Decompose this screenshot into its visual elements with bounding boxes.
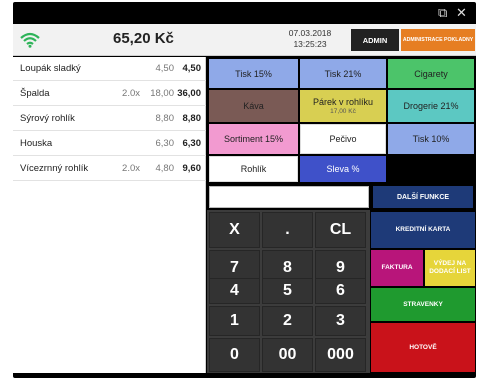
category-sortiment[interactable]: Sortiment 15% xyxy=(209,124,298,154)
meal-voucher-button[interactable]: STRAVENKY xyxy=(371,288,475,321)
list-item[interactable]: Loupák sladký 4,50 4,50 xyxy=(13,57,206,81)
item-name: Vícezrnný rohlík xyxy=(20,163,89,174)
category-label: Sortiment 15% xyxy=(223,134,284,144)
item-price: 4,50 xyxy=(155,63,175,74)
key-dot[interactable]: . xyxy=(262,212,313,248)
key-4[interactable]: 4 xyxy=(209,278,260,304)
header-bar: 65,20 Kč 07.03.2018 13:25:23 ADMIN ADMIN… xyxy=(13,24,476,56)
category-pecivo[interactable]: Pečivo xyxy=(300,124,386,154)
time: 13:25:23 xyxy=(293,39,327,49)
item-price: 18,00 xyxy=(150,88,174,99)
category-parek[interactable]: Párek v rohlíku 17,00 Kč xyxy=(300,90,386,122)
datetime: 07.03.2018 13:25:23 xyxy=(275,28,345,50)
category-label: Káva xyxy=(243,101,264,111)
receipt-items-list: Loupák sladký 4,50 4,50 Špalda 2.0x 18,0… xyxy=(13,57,206,373)
invoice-button[interactable]: FAKTURA xyxy=(371,250,423,286)
category-sleva[interactable]: Sleva % xyxy=(300,156,386,182)
wifi-icon xyxy=(20,32,40,48)
item-total: 9,60 xyxy=(182,163,202,174)
list-item[interactable]: Houska 6,30 6,30 xyxy=(13,132,206,156)
item-name: Houska xyxy=(20,138,53,149)
key-000[interactable]: 000 xyxy=(315,338,366,372)
key-2[interactable]: 2 xyxy=(262,306,313,336)
list-item[interactable]: Vícezrnný rohlík 2.0x 4,80 9,60 xyxy=(13,157,206,181)
key-clear[interactable]: CL xyxy=(315,212,366,248)
category-label: Drogerie 21% xyxy=(403,101,459,111)
item-name: Loupák sladký xyxy=(20,63,81,74)
item-price: 8,80 xyxy=(155,113,175,124)
cash-button[interactable]: HOTOVĚ xyxy=(371,323,475,372)
category-label: Tisk 15% xyxy=(235,68,272,79)
key-6[interactable]: 6 xyxy=(315,278,366,304)
receipt-total: 65,20 Kč xyxy=(113,30,174,47)
item-total: 4,50 xyxy=(182,63,202,74)
category-tisk-10[interactable]: Tisk 10% xyxy=(388,124,474,154)
date: 07.03.2018 xyxy=(288,28,332,38)
key-00[interactable]: 00 xyxy=(262,338,313,372)
category-cigarety[interactable]: Cigarety xyxy=(388,59,474,88)
restore-icon[interactable]: ⧉ xyxy=(438,6,447,19)
category-tisk-15[interactable]: Tisk 15% xyxy=(209,59,298,88)
item-qty: 2.0x xyxy=(122,163,140,174)
category-rohlik[interactable]: Rohlík xyxy=(209,156,298,182)
credit-card-button[interactable]: KREDITNÍ KARTA xyxy=(371,212,475,248)
title-bar: ⧉ ✕ xyxy=(13,2,476,24)
item-total: 8,80 xyxy=(182,113,202,124)
item-name: Sýrový rohlík xyxy=(20,113,75,124)
admin-button[interactable]: ADMIN xyxy=(351,29,399,51)
item-total: 6,30 xyxy=(182,138,202,149)
category-label: Cigarety xyxy=(414,68,448,79)
category-label: Tisk 21% xyxy=(324,68,362,79)
delivery-note-button[interactable]: VÝDEJ NA DODACÍ LIST xyxy=(425,250,475,286)
category-tisk-21[interactable]: Tisk 21% xyxy=(300,59,386,88)
category-price: 17,00 Kč xyxy=(330,108,356,115)
key-5[interactable]: 5 xyxy=(262,278,313,304)
admin-pokladny-button[interactable]: ADMINISTRACE POKLADNY xyxy=(401,29,475,51)
more-functions-button[interactable]: DALŠÍ FUNKCE xyxy=(373,186,473,208)
key-0[interactable]: 0 xyxy=(209,338,260,372)
category-kava[interactable]: Káva xyxy=(209,90,298,122)
list-item[interactable]: Sýrový rohlík 8,80 8,80 xyxy=(13,107,206,131)
category-label: Párek v rohlíku xyxy=(312,97,374,107)
key-x[interactable]: X xyxy=(209,212,260,248)
category-drogerie[interactable]: Drogerie 21% xyxy=(388,90,474,122)
category-label: Sleva % xyxy=(326,164,360,174)
item-name: Špalda xyxy=(20,88,50,99)
key-3[interactable]: 3 xyxy=(315,306,366,336)
category-label: Tisk 10% xyxy=(412,134,450,144)
pos-screen: ⧉ ✕ 65,20 Kč 07.03.2018 13:25:23 ADMIN A… xyxy=(13,2,476,378)
item-qty: 2.0x xyxy=(122,88,140,99)
list-item[interactable]: Špalda 2.0x 18,00 36,00 xyxy=(13,82,206,106)
key-1[interactable]: 1 xyxy=(209,306,260,336)
item-price: 4,80 xyxy=(155,163,175,174)
close-icon[interactable]: ✕ xyxy=(456,6,467,19)
amount-input[interactable] xyxy=(209,186,369,208)
item-price: 6,30 xyxy=(155,138,175,149)
category-label: Rohlík xyxy=(240,164,267,174)
item-total: 36,00 xyxy=(177,88,201,99)
category-label: Pečivo xyxy=(329,134,357,144)
